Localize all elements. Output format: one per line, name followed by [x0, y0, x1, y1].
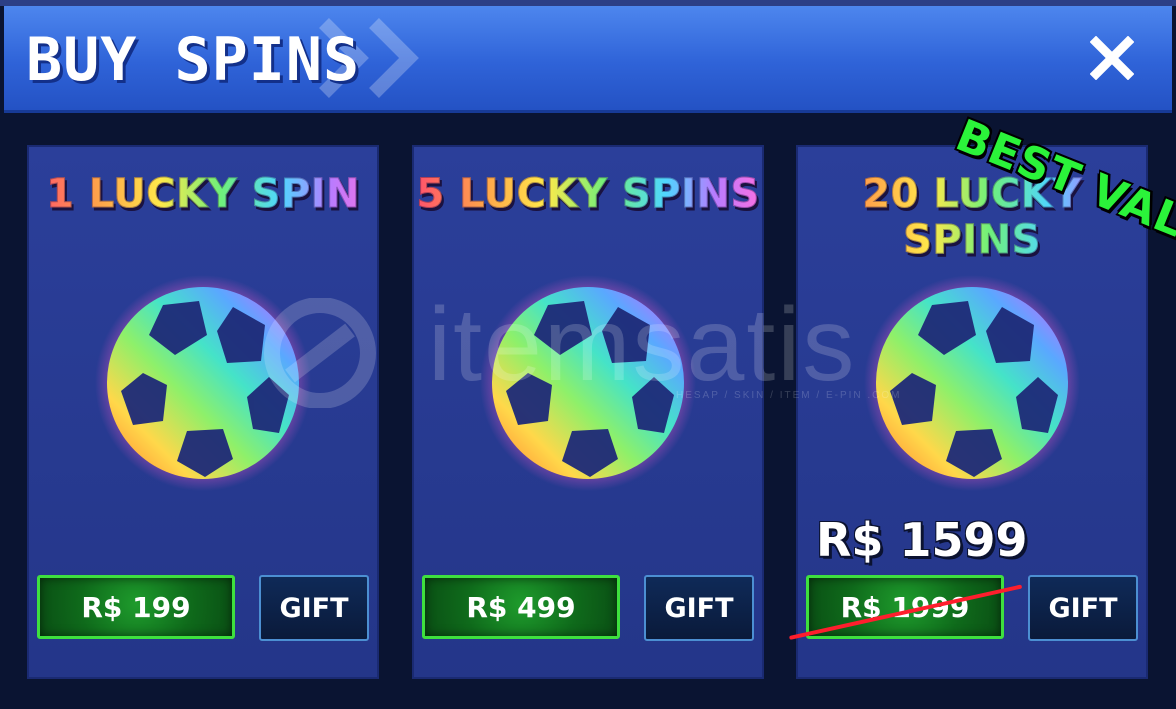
sale-price: R$ 1599	[816, 513, 1028, 567]
buy-spins-modal: BUY SPINS 1 LUCKY SPIN R$ 199 GIFT 5 LUC…	[0, 0, 1176, 709]
modal-title: BUY SPINS	[26, 25, 361, 95]
buy-button[interactable]: R$ 499	[422, 575, 620, 639]
card-title: 5 LUCKY SPINS	[412, 171, 764, 218]
spin-offer-card: 20 LUCKY SPINS R$ 1599 R$ 1999 GIFT	[789, 145, 1148, 679]
spin-offer-card: 5 LUCKY SPINS R$ 499 GIFT	[412, 145, 764, 679]
card-title: 1 LUCKY SPIN	[27, 171, 379, 218]
close-button[interactable]	[1090, 36, 1134, 80]
gift-button[interactable]: GIFT	[259, 575, 369, 641]
close-icon	[1090, 36, 1134, 80]
header-chevron-decoration	[369, 18, 419, 98]
buy-button[interactable]: R$ 199	[37, 575, 235, 639]
spin-offer-card: 1 LUCKY SPIN R$ 199 GIFT	[27, 145, 379, 679]
rainbow-soccer-ball-icon	[862, 273, 1082, 493]
rainbow-soccer-ball-icon	[93, 273, 313, 493]
modal-header: BUY SPINS	[4, 6, 1172, 113]
rainbow-soccer-ball-icon	[478, 273, 698, 493]
gift-button[interactable]: GIFT	[644, 575, 754, 641]
gift-button[interactable]: GIFT	[1028, 575, 1138, 641]
